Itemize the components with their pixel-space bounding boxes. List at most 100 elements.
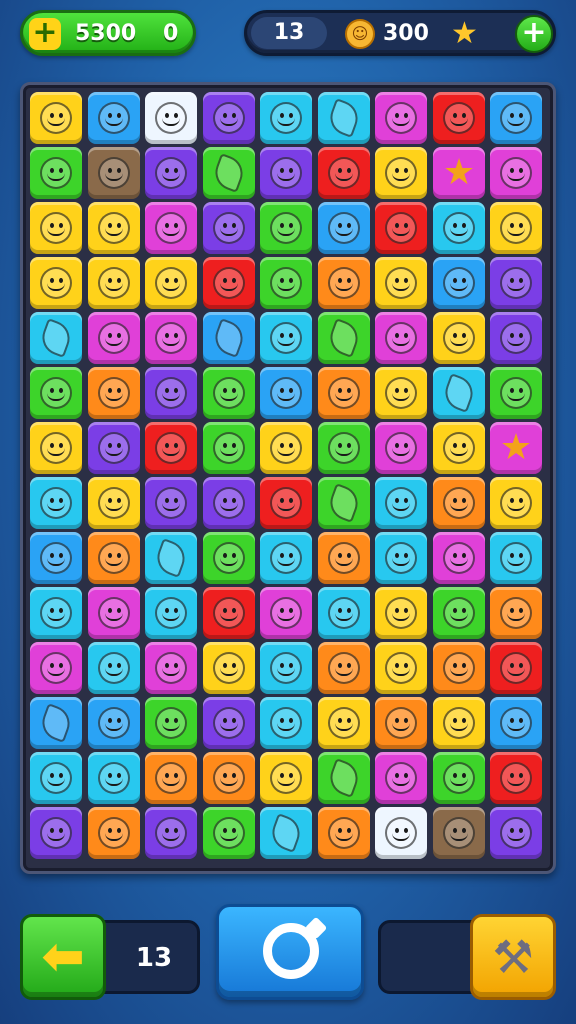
tile[interactable] bbox=[30, 587, 82, 639]
tile[interactable] bbox=[88, 587, 140, 639]
tile[interactable] bbox=[318, 587, 370, 639]
tile[interactable] bbox=[260, 367, 312, 419]
tile[interactable] bbox=[145, 202, 197, 254]
shuffle-button[interactable] bbox=[216, 904, 364, 1000]
tile[interactable] bbox=[260, 147, 312, 199]
tile[interactable] bbox=[203, 367, 255, 419]
tile[interactable] bbox=[30, 92, 82, 144]
tile[interactable] bbox=[318, 92, 370, 144]
tile[interactable] bbox=[30, 532, 82, 584]
tile[interactable] bbox=[203, 312, 255, 364]
tile[interactable] bbox=[145, 532, 197, 584]
tile[interactable] bbox=[203, 532, 255, 584]
tile[interactable] bbox=[375, 147, 427, 199]
tile[interactable] bbox=[490, 367, 542, 419]
tile[interactable] bbox=[318, 752, 370, 804]
tile[interactable] bbox=[30, 147, 82, 199]
tile[interactable] bbox=[145, 257, 197, 309]
tile[interactable] bbox=[318, 202, 370, 254]
tile[interactable] bbox=[145, 422, 197, 474]
tile[interactable] bbox=[490, 257, 542, 309]
tile[interactable] bbox=[433, 202, 485, 254]
tile[interactable] bbox=[318, 312, 370, 364]
tile[interactable] bbox=[433, 642, 485, 694]
tile[interactable] bbox=[490, 642, 542, 694]
tile[interactable] bbox=[318, 147, 370, 199]
tile[interactable] bbox=[260, 422, 312, 474]
tile[interactable] bbox=[88, 697, 140, 749]
tile[interactable] bbox=[145, 587, 197, 639]
tile[interactable] bbox=[203, 587, 255, 639]
tile[interactable] bbox=[260, 752, 312, 804]
tile[interactable] bbox=[375, 367, 427, 419]
tile[interactable] bbox=[375, 422, 427, 474]
tile[interactable] bbox=[433, 752, 485, 804]
tile[interactable] bbox=[203, 147, 255, 199]
tile[interactable] bbox=[30, 477, 82, 529]
tile[interactable] bbox=[433, 532, 485, 584]
tile[interactable] bbox=[88, 532, 140, 584]
tile[interactable] bbox=[375, 587, 427, 639]
tile[interactable] bbox=[318, 477, 370, 529]
tile[interactable] bbox=[375, 752, 427, 804]
tile[interactable] bbox=[203, 92, 255, 144]
tile[interactable] bbox=[433, 477, 485, 529]
tile[interactable] bbox=[433, 312, 485, 364]
tile[interactable] bbox=[260, 587, 312, 639]
tile[interactable] bbox=[145, 147, 197, 199]
tile[interactable] bbox=[145, 642, 197, 694]
tile[interactable] bbox=[30, 642, 82, 694]
tile[interactable] bbox=[203, 202, 255, 254]
tile[interactable] bbox=[433, 92, 485, 144]
tile[interactable] bbox=[490, 312, 542, 364]
tile[interactable] bbox=[375, 257, 427, 309]
tile[interactable] bbox=[88, 642, 140, 694]
tile[interactable]: ★ bbox=[490, 422, 542, 474]
tile[interactable] bbox=[88, 367, 140, 419]
tile[interactable] bbox=[88, 807, 140, 859]
tile[interactable] bbox=[375, 532, 427, 584]
tile[interactable] bbox=[490, 807, 542, 859]
tile[interactable] bbox=[490, 92, 542, 144]
tile[interactable] bbox=[260, 257, 312, 309]
tile[interactable] bbox=[490, 697, 542, 749]
tile[interactable] bbox=[260, 532, 312, 584]
tile[interactable] bbox=[88, 257, 140, 309]
tile[interactable] bbox=[375, 697, 427, 749]
tile[interactable] bbox=[318, 367, 370, 419]
tile[interactable] bbox=[145, 752, 197, 804]
tile[interactable] bbox=[318, 697, 370, 749]
tile[interactable] bbox=[490, 202, 542, 254]
tile[interactable] bbox=[318, 532, 370, 584]
tile[interactable] bbox=[30, 807, 82, 859]
tile[interactable] bbox=[490, 147, 542, 199]
tile[interactable] bbox=[88, 202, 140, 254]
tile[interactable] bbox=[318, 422, 370, 474]
add-coins-button[interactable]: + bbox=[515, 15, 553, 53]
tile[interactable] bbox=[145, 697, 197, 749]
tile[interactable] bbox=[203, 422, 255, 474]
tile[interactable] bbox=[88, 92, 140, 144]
tile[interactable] bbox=[375, 202, 427, 254]
tile[interactable] bbox=[260, 477, 312, 529]
tile[interactable] bbox=[203, 752, 255, 804]
tile[interactable] bbox=[375, 92, 427, 144]
tile[interactable] bbox=[145, 367, 197, 419]
tile[interactable] bbox=[433, 422, 485, 474]
tile[interactable] bbox=[490, 587, 542, 639]
tile[interactable] bbox=[375, 477, 427, 529]
tile[interactable] bbox=[30, 312, 82, 364]
tile[interactable] bbox=[318, 642, 370, 694]
tile[interactable] bbox=[30, 367, 82, 419]
plus-icon[interactable]: + bbox=[29, 18, 61, 50]
tile[interactable] bbox=[30, 422, 82, 474]
tile[interactable] bbox=[145, 92, 197, 144]
tile[interactable] bbox=[203, 697, 255, 749]
tile[interactable] bbox=[433, 367, 485, 419]
tile[interactable] bbox=[318, 807, 370, 859]
tile[interactable]: ★ bbox=[433, 147, 485, 199]
tile[interactable] bbox=[145, 807, 197, 859]
tile[interactable] bbox=[88, 752, 140, 804]
tile[interactable] bbox=[260, 697, 312, 749]
tile[interactable] bbox=[145, 477, 197, 529]
